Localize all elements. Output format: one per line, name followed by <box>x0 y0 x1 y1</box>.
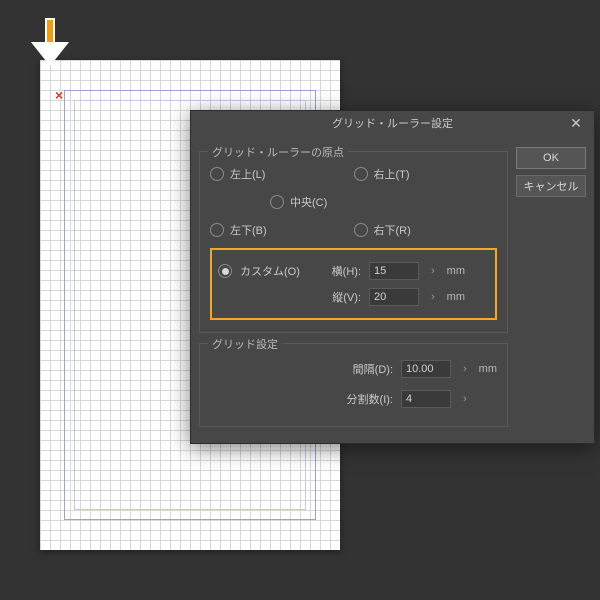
close-icon[interactable]: ✕ <box>564 111 588 135</box>
radio-bottom-left[interactable]: 左下(B) <box>210 218 354 242</box>
v-input[interactable] <box>369 288 419 306</box>
spacing-input[interactable] <box>401 360 451 378</box>
radio-label: 右下(R) <box>374 222 411 238</box>
origin-group: グリッド・ルーラーの原点 左上(L) 右上(T) 中央(C) <box>199 151 508 333</box>
grid-settings-legend: グリッド設定 <box>208 336 282 352</box>
radio-icon <box>354 167 368 181</box>
chevron-right-icon[interactable]: › <box>427 265 439 277</box>
radio-icon <box>210 167 224 181</box>
grid-ruler-settings-dialog: グリッド・ルーラー設定 ✕ グリッド・ルーラーの原点 左上(L) 右上(T) <box>190 110 595 444</box>
h-label: 横(H): <box>316 263 361 279</box>
unit-mm: mm <box>479 363 497 375</box>
dialog-titlebar[interactable]: グリッド・ルーラー設定 ✕ <box>191 111 594 135</box>
origin-radio-grid: 左上(L) 右上(T) 中央(C) 左下(B) <box>210 162 497 242</box>
radio-label: 中央(C) <box>290 194 327 210</box>
radio-custom[interactable] <box>218 264 232 278</box>
unit-mm: mm <box>447 265 465 277</box>
radio-icon <box>270 195 284 209</box>
radio-top-right[interactable]: 右上(T) <box>354 162 498 186</box>
radio-label: カスタム(O) <box>240 263 308 279</box>
division-input[interactable] <box>401 390 451 408</box>
unit-mm: mm <box>447 291 465 303</box>
grid-settings-group: グリッド設定 間隔(D): › mm 分割数(I): › mm <box>199 343 508 427</box>
division-label: 分割数(I): <box>333 391 393 407</box>
h-input[interactable] <box>369 262 419 280</box>
spacing-label: 間隔(D): <box>333 361 393 377</box>
chevron-right-icon[interactable]: › <box>459 393 471 405</box>
radio-top-left[interactable]: 左上(L) <box>210 162 354 186</box>
radio-center[interactable]: 中央(C) <box>210 190 497 214</box>
radio-icon <box>354 223 368 237</box>
custom-origin-highlight: カスタム(O) 横(H): › mm 縦(V): › mm <box>210 248 497 320</box>
radio-label: 左上(L) <box>230 166 265 182</box>
ok-button[interactable]: OK <box>516 147 586 169</box>
v-label: 縦(V): <box>316 289 361 305</box>
radio-icon <box>210 223 224 237</box>
origin-marker-icon: × <box>55 88 63 102</box>
chevron-right-icon[interactable]: › <box>427 291 439 303</box>
chevron-right-icon[interactable]: › <box>459 363 471 375</box>
radio-label: 右上(T) <box>374 166 410 182</box>
dialog-title: グリッド・ルーラー設定 <box>332 115 453 131</box>
radio-bottom-right[interactable]: 右下(R) <box>354 218 498 242</box>
cancel-button[interactable]: キャンセル <box>516 175 586 197</box>
radio-label: 左下(B) <box>230 222 267 238</box>
origin-legend: グリッド・ルーラーの原点 <box>208 144 348 160</box>
